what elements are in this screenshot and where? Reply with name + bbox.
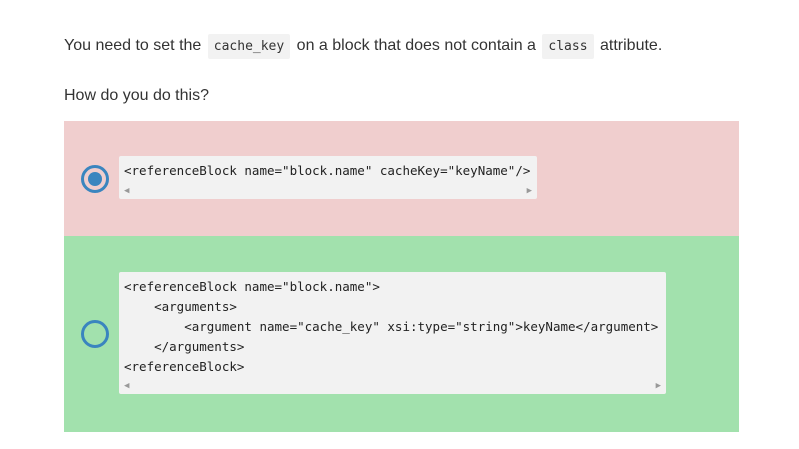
question-text-middle: on a block that does not contain a: [296, 37, 536, 54]
code-line: <arguments>: [124, 299, 237, 314]
code-block-option-2: <referenceBlock name="block.name"> <argu…: [119, 272, 666, 394]
radio-option-2[interactable]: [81, 320, 109, 348]
question-prompt: How do you do this?: [64, 87, 209, 104]
answer-option-2[interactable]: <referenceBlock name="block.name"> <argu…: [64, 236, 739, 432]
inline-code-cache-key: cache_key: [207, 34, 291, 59]
question-text-after: attribute.: [600, 37, 663, 54]
code-block-option-1: <referenceBlock name="block.name" cacheK…: [119, 156, 537, 199]
radio-selected-dot: [88, 172, 102, 186]
answer-option-1[interactable]: <referenceBlock name="block.name" cacheK…: [64, 121, 739, 236]
scroll-right-icon[interactable]: ▶: [527, 186, 532, 196]
code-line: <referenceBlock>: [124, 359, 245, 374]
code-line: <referenceBlock name="block.name" cacheK…: [124, 163, 531, 178]
scroll-right-icon[interactable]: ▶: [656, 381, 661, 391]
question-text: You need to set the cache_key on a block…: [64, 32, 662, 61]
code-line: <argument name="cache_key" xsi:type="str…: [124, 319, 659, 334]
question-text-before: You need to set the: [64, 37, 202, 54]
horizontal-scrollbar[interactable]: ◀ ▶: [119, 380, 666, 394]
scroll-left-icon[interactable]: ◀: [124, 381, 129, 391]
inline-code-class: class: [542, 34, 594, 59]
radio-option-1[interactable]: [81, 165, 109, 193]
scroll-left-icon[interactable]: ◀: [124, 186, 129, 196]
horizontal-scrollbar[interactable]: ◀ ▶: [119, 185, 537, 199]
code-line: <referenceBlock name="block.name">: [124, 279, 380, 294]
code-line: </arguments>: [124, 339, 245, 354]
